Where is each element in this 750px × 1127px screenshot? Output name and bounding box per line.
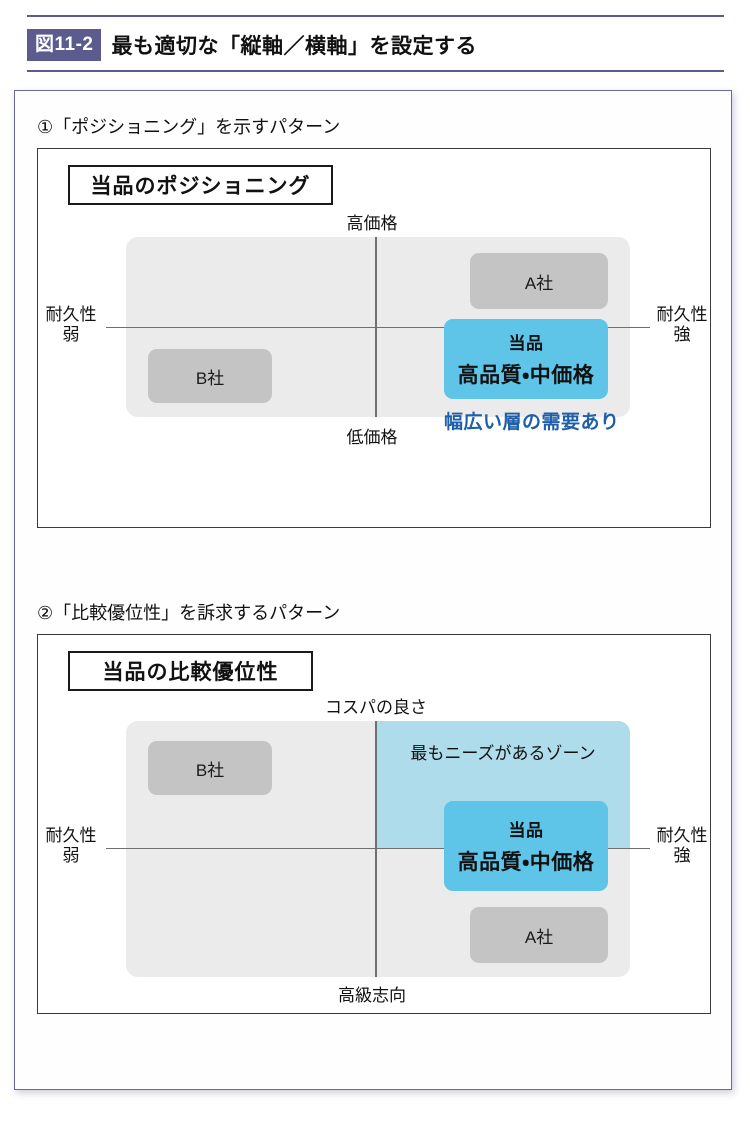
panel-comparative-advantage: 当品の比較優位性 コスパの良さ 最もニーズがあるゾーン 耐久性 弱 耐久性 強 … <box>37 634 711 1014</box>
needs-zone-label-2: 最もニーズがあるゾーン <box>410 744 596 763</box>
axis-label-right-2-line1: 耐久性 <box>656 826 708 845</box>
competitor-box-a-2[interactable]: A社 <box>470 907 608 963</box>
competitor-box-a-1[interactable]: A社 <box>470 253 608 309</box>
header-rule-top <box>27 15 724 17</box>
own-product-box-2[interactable]: 当品 高品質・中価格 <box>444 801 608 891</box>
competitor-box-b-1[interactable]: B社 <box>148 349 272 403</box>
axis-label-top-1: 高価格 <box>346 214 398 233</box>
axis-label-right-1-line1: 耐久性 <box>656 305 708 324</box>
own-product-box-1[interactable]: 当品 高品質・中価格 <box>444 319 608 399</box>
axis-label-right-2-line2: 強 <box>673 845 691 865</box>
axis-label-left-2: 耐久性 弱 <box>38 826 104 865</box>
competitor-box-b-2[interactable]: B社 <box>148 741 272 795</box>
header-rule-bottom <box>27 70 724 72</box>
axis-label-left-2-line2: 弱 <box>62 845 80 865</box>
own-product-desc-1: 高品質・中価格 <box>457 364 595 387</box>
panel-2-title: 当品の比較優位性 <box>102 661 279 684</box>
panel-1-title-box: 当品のポジショニング <box>68 165 333 205</box>
axis-label-right-1: 耐久性 強 <box>652 305 712 344</box>
axis-label-bottom-1: 低価格 <box>346 428 398 447</box>
section-2-heading: ②「比較優位性」を訴求するパターン <box>37 603 341 623</box>
axis-label-right-1-line2: 強 <box>673 324 691 344</box>
panel-1-title: 当品のポジショニング <box>90 175 311 198</box>
axis-label-left-1-line1: 耐久性 <box>45 305 97 324</box>
axis-label-right-2: 耐久性 強 <box>652 826 712 865</box>
figure-card: ①「ポジショニング」を示すパターン 当品のポジショニング 高価格 耐久性 弱 耐… <box>14 90 732 1090</box>
axis-label-left-1-line2: 弱 <box>62 324 80 344</box>
figure-number-badge: 図11-2 <box>27 29 102 61</box>
axis-label-bottom-2: 高級志向 <box>338 986 406 1005</box>
section-1-heading: ①「ポジショニング」を示すパターン <box>37 117 341 137</box>
own-product-desc-2: 高品質・中価格 <box>457 851 595 874</box>
panel-positioning: 当品のポジショニング 高価格 耐久性 弱 耐久性 強 低価格 A社 当品 高品質… <box>37 148 711 528</box>
figure-title: 最も適切な「縦軸／横軸」を設定する <box>111 35 477 58</box>
panel-2-title-box: 当品の比較優位性 <box>68 651 313 691</box>
axis-label-left-1: 耐久性 弱 <box>38 305 104 344</box>
own-product-label-2: 当品 <box>508 821 544 840</box>
axis-label-top-2: コスパの良さ <box>325 698 427 717</box>
own-product-label-1: 当品 <box>508 334 544 353</box>
axis-label-left-2-line1: 耐久性 <box>45 826 97 845</box>
demand-note-1: 幅広い層の需要あり <box>444 412 620 433</box>
figure-title-row: 図11-2 最も適切な「縦軸／横軸」を設定する <box>27 28 477 62</box>
